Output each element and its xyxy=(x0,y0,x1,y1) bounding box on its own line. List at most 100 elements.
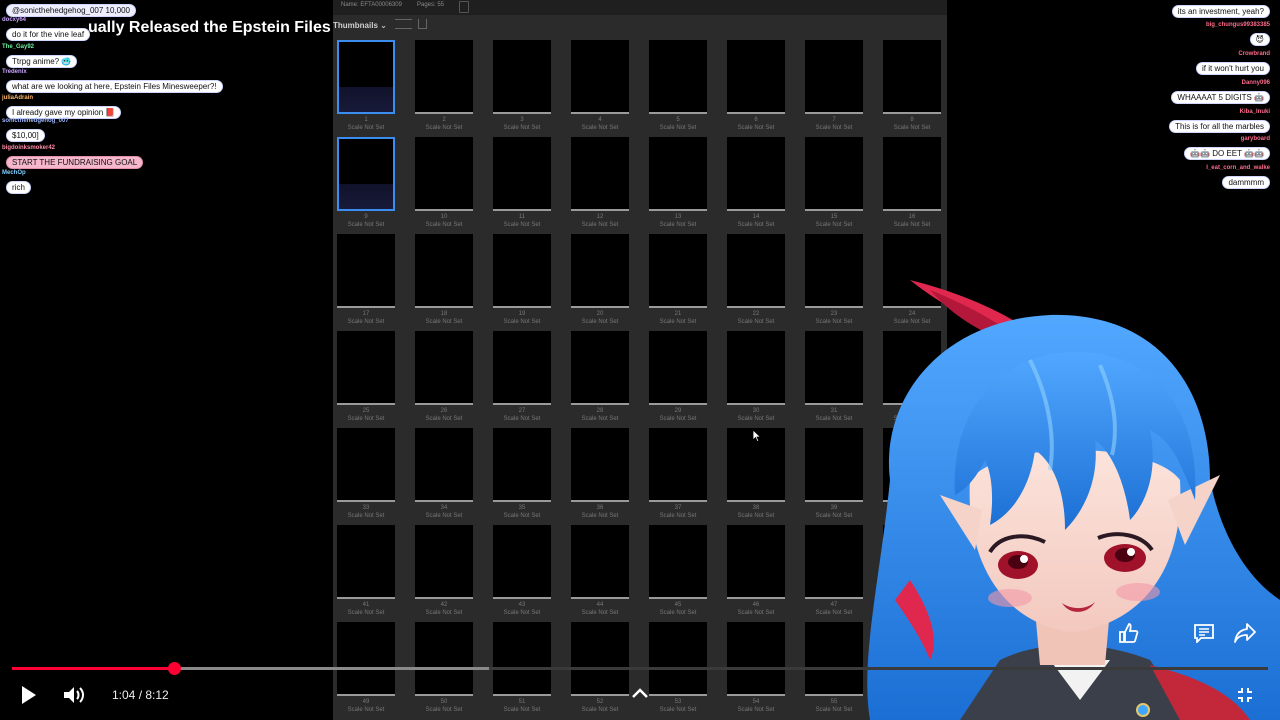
page-scale-caption: Scale Not Set xyxy=(503,513,541,519)
page-scale-caption: Scale Not Set xyxy=(347,125,385,131)
page-thumbnail[interactable]: 35 Scale Not Set xyxy=(493,426,571,523)
page-preview xyxy=(493,40,551,114)
exit-fullscreen-icon[interactable] xyxy=(1236,686,1254,704)
page-thumbnail[interactable]: 1 Scale Not Set xyxy=(337,38,415,135)
page-thumbnail[interactable]: 38 Scale Not Set xyxy=(727,426,805,523)
page-scale-caption: Scale Not Set xyxy=(425,125,463,131)
chat-message: MechOp rich xyxy=(2,170,31,195)
page-number: 12 xyxy=(596,214,604,220)
page-thumbnail[interactable]: 19 Scale Not Set xyxy=(493,232,571,329)
page-preview xyxy=(415,40,473,114)
page-thumbnail[interactable]: 18 Scale Not Set xyxy=(415,232,493,329)
page-thumbnail[interactable]: 15 Scale Not Set xyxy=(805,135,883,232)
page-scale-caption: Scale Not Set xyxy=(737,319,775,325)
page-scale-caption: Scale Not Set xyxy=(503,319,541,325)
page-thumbnail[interactable]: 5 Scale Not Set xyxy=(649,38,727,135)
page-scale-caption: Scale Not Set xyxy=(893,222,931,228)
chat-username: sonicthehedgehog_007 xyxy=(2,118,69,124)
chat-username: big_chungus99383385 xyxy=(1205,22,1270,28)
page-thumbnail[interactable]: 13 Scale Not Set xyxy=(649,135,727,232)
page-thumbnail[interactable]: 17 Scale Not Set xyxy=(337,232,415,329)
chat-text: its an investment, yeah? xyxy=(1171,5,1270,18)
page-thumbnail[interactable]: 2 Scale Not Set xyxy=(415,38,493,135)
page-preview xyxy=(727,137,785,211)
progress-scrubber[interactable] xyxy=(168,662,181,675)
page-thumbnail[interactable]: 3 Scale Not Set xyxy=(493,38,571,135)
page-preview xyxy=(649,331,707,405)
page-number: 36 xyxy=(596,505,604,511)
page-thumbnail[interactable]: 9 Scale Not Set xyxy=(337,135,415,232)
thumbs-up-icon[interactable] xyxy=(1117,622,1139,644)
page-thumbnail[interactable]: 34 Scale Not Set xyxy=(415,426,493,523)
page-preview xyxy=(649,428,707,502)
page-thumbnail[interactable]: 36 Scale Not Set xyxy=(571,426,649,523)
page-thumbnail[interactable]: 33 Scale Not Set xyxy=(337,426,415,523)
page-thumbnail[interactable]: 37 Scale Not Set xyxy=(649,426,727,523)
page-number: 3 xyxy=(520,117,524,123)
share-icon[interactable] xyxy=(1233,622,1257,644)
page-thumbnail[interactable]: 22 Scale Not Set xyxy=(727,232,805,329)
page-number: 49 xyxy=(362,699,370,705)
page-number: 43 xyxy=(518,602,526,608)
page-scale-caption: Scale Not Set xyxy=(581,707,619,713)
page-thumbnail[interactable]: 14 Scale Not Set xyxy=(727,135,805,232)
mouse-cursor-icon xyxy=(752,429,762,443)
page-preview xyxy=(571,428,629,502)
chat-username: garyboard xyxy=(1240,136,1270,142)
play-icon[interactable] xyxy=(17,684,39,706)
page-scale-caption: Scale Not Set xyxy=(425,222,463,228)
page-preview xyxy=(571,234,629,308)
page-thumbnail[interactable]: 10 Scale Not Set xyxy=(415,135,493,232)
page-scale-caption: Scale Not Set xyxy=(659,513,697,519)
thumbnail-tray-icon xyxy=(418,19,427,29)
chat-username: I_eat_corn_and_walke xyxy=(1206,165,1270,171)
volume-icon[interactable] xyxy=(62,684,86,706)
page-thumbnail[interactable]: 11 Scale Not Set xyxy=(493,135,571,232)
page-number: 34 xyxy=(440,505,448,511)
page-thumbnail[interactable]: 26 Scale Not Set xyxy=(415,329,493,426)
page-number: 2 xyxy=(442,117,446,123)
page-thumbnail[interactable]: 46 Scale Not Set xyxy=(727,523,805,620)
page-thumbnail[interactable]: 7 Scale Not Set xyxy=(805,38,883,135)
document-name: Name: EFTA00006309 xyxy=(341,2,402,8)
page-preview xyxy=(493,137,551,211)
chat-username: juliaAdrain xyxy=(2,95,34,101)
page-number: 51 xyxy=(518,699,526,705)
page-scale-caption: Scale Not Set xyxy=(425,319,463,325)
page-thumbnail[interactable]: 29 Scale Not Set xyxy=(649,329,727,426)
page-thumbnail[interactable]: 6 Scale Not Set xyxy=(727,38,805,135)
chat-username: Kiba_Inuki xyxy=(1239,109,1270,115)
chevron-up-icon[interactable] xyxy=(631,686,649,700)
chat-text: what are we looking at here, Epstein Fil… xyxy=(6,80,223,93)
thumbnail-toolbar: Thumbnails ⌄ xyxy=(333,15,947,37)
page-thumbnail[interactable]: 28 Scale Not Set xyxy=(571,329,649,426)
page-thumbnail[interactable]: 43 Scale Not Set xyxy=(493,523,571,620)
page-preview xyxy=(727,40,785,114)
page-number: 53 xyxy=(674,699,682,705)
page-thumbnail[interactable]: 21 Scale Not Set xyxy=(649,232,727,329)
page-thumbnail[interactable]: 44 Scale Not Set xyxy=(571,523,649,620)
page-thumbnail[interactable]: 4 Scale Not Set xyxy=(571,38,649,135)
page-thumbnail[interactable]: 27 Scale Not Set xyxy=(493,329,571,426)
page-number: 28 xyxy=(596,408,604,414)
page-number: 17 xyxy=(362,311,370,317)
page-thumbnail[interactable]: 16 Scale Not Set xyxy=(883,135,947,232)
page-scale-caption: Scale Not Set xyxy=(581,416,619,422)
comments-icon[interactable] xyxy=(1193,623,1215,643)
page-number: 37 xyxy=(674,505,682,511)
page-thumbnail[interactable]: 20 Scale Not Set xyxy=(571,232,649,329)
page-thumbnail[interactable]: 30 Scale Not Set xyxy=(727,329,805,426)
page-thumbnail[interactable]: 8 Scale Not Set xyxy=(883,38,947,135)
page-preview xyxy=(571,40,629,114)
page-thumbnail[interactable]: 12 Scale Not Set xyxy=(571,135,649,232)
page-thumbnail[interactable]: 45 Scale Not Set xyxy=(649,523,727,620)
page-number: 5 xyxy=(676,117,680,123)
page-number: 27 xyxy=(518,408,526,414)
page-thumbnail[interactable]: 25 Scale Not Set xyxy=(337,329,415,426)
page-preview xyxy=(805,137,863,211)
page-preview xyxy=(649,525,707,599)
page-thumbnail[interactable]: 42 Scale Not Set xyxy=(415,523,493,620)
page-thumbnail[interactable]: 41 Scale Not Set xyxy=(337,523,415,620)
page-preview xyxy=(493,331,551,405)
page-scale-caption: Scale Not Set xyxy=(347,416,385,422)
